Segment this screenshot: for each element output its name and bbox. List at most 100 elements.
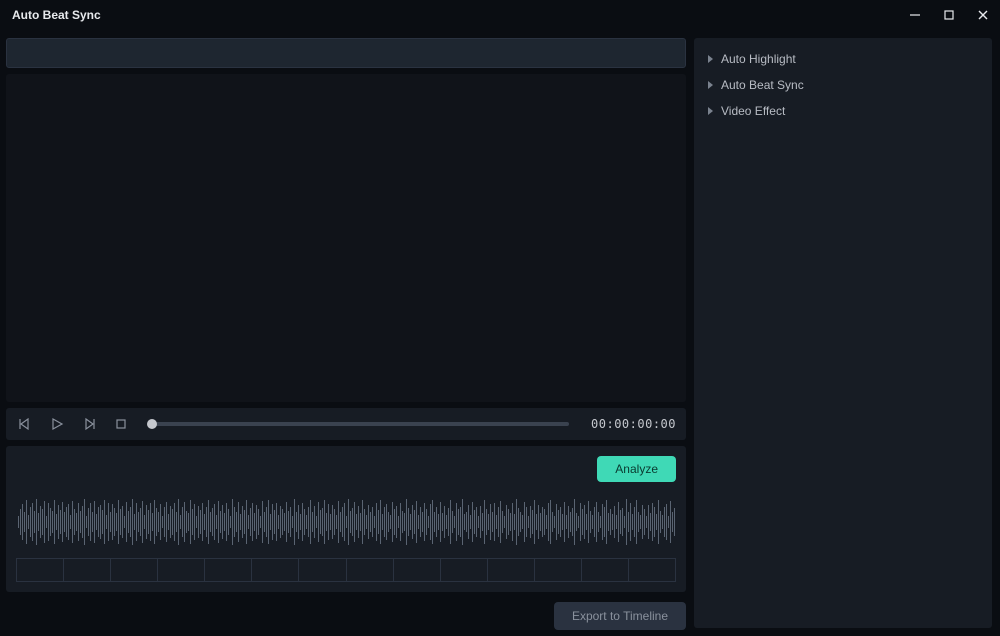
waveform-bar bbox=[606, 500, 607, 545]
waveform-bar bbox=[572, 508, 573, 536]
waveform-bar bbox=[440, 502, 441, 542]
waveform-bar bbox=[322, 508, 323, 536]
waveform-bar bbox=[142, 501, 143, 543]
clip-strip[interactable] bbox=[6, 38, 686, 68]
waveform-bar bbox=[460, 507, 461, 538]
export-to-timeline-button[interactable]: Export to Timeline bbox=[554, 602, 686, 630]
waveform-bar bbox=[368, 505, 369, 540]
waveform-bar bbox=[148, 510, 149, 534]
waveform-bar bbox=[110, 512, 111, 532]
waveform-bar bbox=[554, 516, 555, 529]
waveform-bar bbox=[186, 511, 187, 533]
left-panel: 00:00:00:00 Analyze Export to Timeline bbox=[0, 30, 692, 636]
waveform-bar bbox=[292, 516, 293, 529]
waveform-bar bbox=[394, 509, 395, 536]
waveform-bar bbox=[74, 509, 75, 535]
stop-button[interactable] bbox=[112, 415, 130, 433]
waveform-bar bbox=[548, 503, 549, 541]
waveform-bar bbox=[600, 516, 601, 529]
waveform-bar bbox=[76, 513, 77, 531]
waveform-bar bbox=[298, 505, 299, 540]
waveform-bar bbox=[276, 503, 277, 541]
waveform-bar bbox=[370, 512, 371, 532]
audio-waveform[interactable] bbox=[16, 490, 676, 554]
waveform-bar bbox=[568, 506, 569, 538]
waveform-bar bbox=[566, 515, 567, 529]
timeline-ruler[interactable] bbox=[16, 558, 676, 582]
waveform-bar bbox=[162, 516, 163, 529]
sidebar-item-video-effect[interactable]: Video Effect bbox=[694, 98, 992, 124]
waveform-bar bbox=[210, 512, 211, 531]
waveform-bar bbox=[580, 503, 581, 540]
ruler-segment bbox=[488, 559, 535, 581]
maximize-button[interactable] bbox=[932, 0, 966, 30]
waveform-bar bbox=[294, 499, 295, 545]
waveform-bar bbox=[182, 507, 183, 536]
step-back-button[interactable] bbox=[16, 415, 34, 433]
waveform-bar bbox=[614, 506, 615, 538]
waveform-bar bbox=[164, 507, 165, 538]
waveform-bar bbox=[378, 510, 379, 534]
ruler-segment bbox=[17, 559, 64, 581]
waveform-bar bbox=[222, 505, 223, 538]
waveform-bar bbox=[650, 513, 651, 531]
waveform-bar bbox=[264, 512, 265, 532]
play-button[interactable] bbox=[48, 415, 66, 433]
waveform-bar bbox=[106, 515, 107, 529]
video-preview bbox=[6, 74, 686, 402]
waveform-bar bbox=[380, 500, 381, 545]
waveform-bar bbox=[98, 507, 99, 538]
waveform-bar bbox=[34, 511, 35, 533]
waveform-bar bbox=[528, 516, 529, 529]
playback-bar: 00:00:00:00 bbox=[6, 408, 686, 440]
waveform-bar bbox=[662, 515, 663, 529]
step-forward-button[interactable] bbox=[80, 415, 98, 433]
waveform-bar bbox=[328, 504, 329, 540]
waveform-bar bbox=[96, 514, 97, 530]
waveform-bar bbox=[146, 505, 147, 538]
waveform-bar bbox=[512, 503, 513, 540]
waveform-bar bbox=[46, 516, 47, 529]
minimize-button[interactable] bbox=[898, 0, 932, 30]
waveform-bar bbox=[184, 502, 185, 542]
ruler-segment bbox=[158, 559, 205, 581]
waveform-bar bbox=[454, 516, 455, 529]
waveform-bar bbox=[602, 504, 603, 540]
waveform-bar bbox=[576, 513, 577, 531]
ruler-segment bbox=[205, 559, 252, 581]
waveform-bar bbox=[256, 505, 257, 538]
waveform-bar bbox=[364, 509, 365, 535]
waveform-bar bbox=[450, 500, 451, 544]
waveform-bar bbox=[648, 505, 649, 538]
waveform-bar bbox=[82, 506, 83, 538]
waveform-bar bbox=[594, 507, 595, 538]
waveform-bar bbox=[352, 508, 353, 536]
sidebar-item-auto-highlight[interactable]: Auto Highlight bbox=[694, 46, 992, 72]
scrubber-thumb[interactable] bbox=[147, 419, 157, 429]
waveform-bar bbox=[588, 501, 589, 543]
playback-scrubber[interactable] bbox=[152, 422, 569, 426]
waveform-bar bbox=[36, 499, 37, 545]
minimize-icon bbox=[909, 9, 921, 21]
waveform-bar bbox=[18, 516, 19, 528]
analyze-button[interactable]: Analyze bbox=[597, 456, 676, 482]
waveform-bar bbox=[334, 509, 335, 535]
waveform-bar bbox=[542, 507, 543, 536]
waveform-bar bbox=[196, 516, 197, 529]
right-panel: Auto Highlight Auto Beat Sync Video Effe… bbox=[694, 38, 992, 628]
waveform-bar bbox=[484, 500, 485, 545]
waveform-bar bbox=[556, 504, 557, 540]
close-button[interactable] bbox=[966, 0, 1000, 30]
waveform-bar bbox=[596, 502, 597, 542]
waveform-bar bbox=[396, 506, 397, 538]
sidebar-item-auto-beat-sync[interactable]: Auto Beat Sync bbox=[694, 72, 992, 98]
waveform-bar bbox=[462, 499, 463, 545]
waveform-panel: Analyze bbox=[6, 446, 686, 592]
waveform-bar bbox=[624, 516, 625, 529]
waveform-bar bbox=[214, 504, 215, 540]
waveform-bar bbox=[94, 501, 95, 543]
waveform-bar bbox=[300, 514, 301, 530]
waveform-bar bbox=[590, 511, 591, 533]
waveform-bar bbox=[274, 510, 275, 534]
waveform-bar bbox=[490, 504, 491, 540]
